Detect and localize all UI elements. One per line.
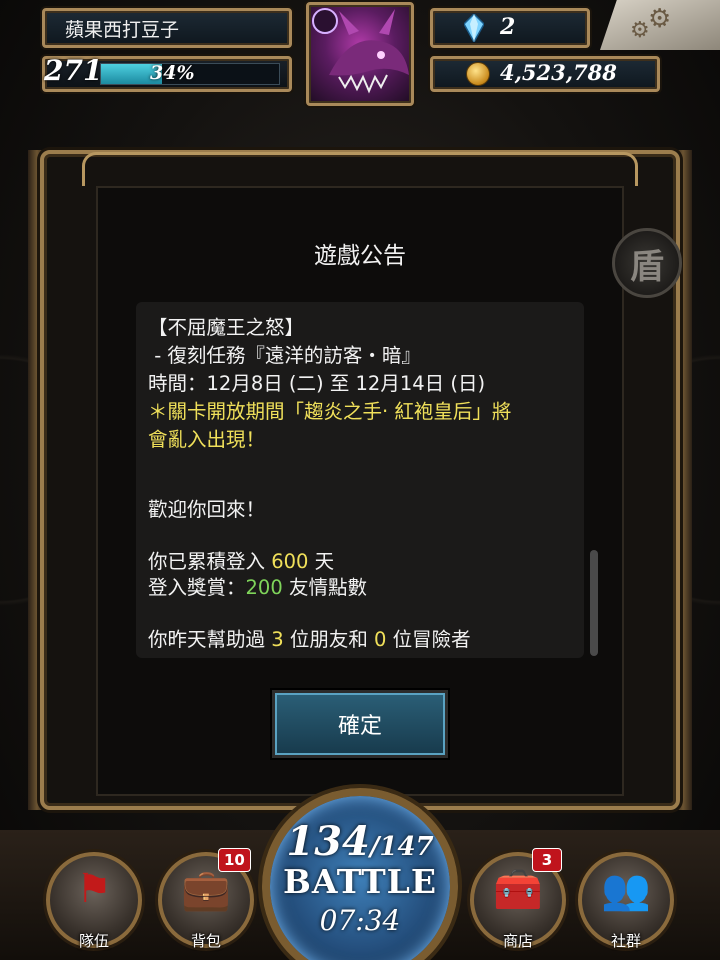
exp-percent: 34%: [150, 62, 195, 84]
battle-label: BATTLE: [283, 862, 437, 901]
briefcase-icon: 💼: [181, 867, 231, 913]
gear-icon: ⚙: [648, 4, 672, 34]
helped-friends-count: 3: [271, 628, 284, 651]
login-reward-text: 登入獎賞：200 友情點數: [148, 576, 367, 599]
nav-bag-label: 背包: [190, 932, 221, 950]
shield-icon: 盾: [630, 246, 664, 287]
stamina-current: 134: [286, 818, 370, 865]
scrollbar[interactable]: [590, 550, 598, 656]
nav-team-label: 隊伍: [78, 932, 109, 950]
confirm-button-label: 確定: [337, 714, 382, 739]
event-note-line2: 會亂入出現！: [148, 428, 266, 451]
coin-icon: [466, 62, 490, 86]
flag-icon: ⚑: [76, 866, 112, 912]
stamina-timer: 07:34: [319, 904, 401, 937]
nav-social-label: 社群: [610, 932, 641, 950]
gear-icon: ⚙: [630, 18, 650, 43]
treasure-chest-icon: 🧰: [493, 867, 543, 913]
stamina-counter: 134/147: [262, 818, 458, 865]
bag-notification-badge: 10: [218, 848, 251, 872]
diamond-icon: [464, 14, 484, 42]
event-note-line1: ＊關卡開放期間「趨炎之手‧ 紅袍皇后」將: [148, 400, 512, 423]
welcome-text: 歡迎你回來！: [148, 498, 266, 521]
top-status-bar: 蘋果西打豆子 271 34% 2 4,523,788 ⚙ ⚙: [0, 0, 720, 110]
helped-adventurers-count: 0: [374, 628, 387, 651]
event-title: 【不屈魔王之怒】: [148, 316, 305, 339]
friend-points-value: 200: [245, 576, 283, 599]
people-icon: 👥: [601, 867, 651, 913]
event-quest: - 復刻任務『遠洋的訪客・暗』: [148, 344, 421, 367]
coin-count: 4,523,788: [500, 60, 617, 85]
login-days-text: 你已累積登入 600 天: [148, 550, 335, 573]
player-level: 271: [44, 54, 103, 87]
helped-friends-text: 你昨天幫助過 3 位朋友和 0 位冒險者: [148, 628, 471, 651]
nav-shop-label: 商店: [502, 932, 533, 950]
dialog-ornament: [82, 152, 638, 186]
login-days-value: 600: [271, 550, 309, 573]
stamina-max: /147: [369, 832, 434, 862]
gem-count: 2: [500, 14, 516, 40]
player-name-plate[interactable]: 蘋果西打豆子: [42, 8, 292, 48]
moon-element-icon: [312, 8, 338, 34]
confirm-button[interactable]: 確定: [272, 690, 448, 758]
player-name: 蘋果西打豆子: [65, 18, 180, 41]
event-period: 時間：12月8日 (二) 至 12月14日 (日): [148, 372, 486, 395]
shop-notification-badge: 3: [532, 848, 562, 872]
settings-button[interactable]: ⚙ ⚙: [600, 0, 720, 50]
dialog-title: 遊戲公告: [314, 243, 406, 269]
